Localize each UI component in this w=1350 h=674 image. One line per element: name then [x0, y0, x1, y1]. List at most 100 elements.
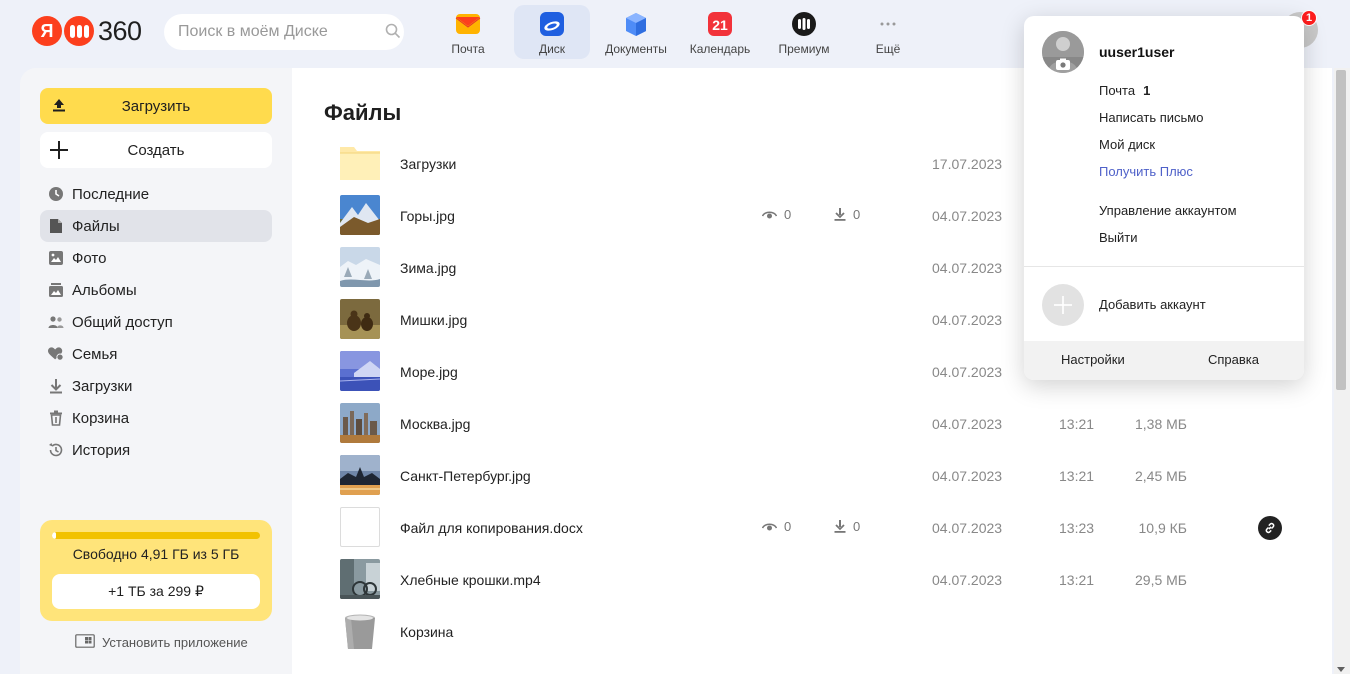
list-item[interactable]: Хлебные крошки.mp4 04.07.2023 13:21 29,5… [292, 554, 1332, 606]
file-name: Зима.jpg [400, 260, 457, 276]
documents-icon [623, 11, 649, 37]
sidebar-item-trash[interactable]: Корзина [40, 402, 272, 434]
image-thumbnail-sea [340, 351, 380, 391]
logo-360-mark [64, 16, 94, 46]
app-premium[interactable]: Премиум [762, 5, 846, 59]
disk-icon [539, 11, 565, 37]
sidebar-item-label: История [72, 441, 131, 459]
sidebar-nav: Последние Файлы Фото Альбомы Общий досту… [40, 178, 272, 466]
upload-button[interactable]: Загрузить [40, 88, 272, 124]
trash-bin-icon [340, 611, 380, 651]
premium-icon [791, 11, 817, 37]
popup-mail-link[interactable]: Почта 1 [1099, 83, 1150, 98]
sidebar-item-label: Общий доступ [72, 313, 173, 331]
file-date: 04.07.2023 [932, 520, 1003, 536]
create-label: Создать [127, 141, 185, 159]
app-label-premium: Премиум [778, 42, 830, 56]
search-icon[interactable] [385, 23, 401, 42]
app-disk[interactable]: Диск [514, 5, 590, 59]
file-date: 04.07.2023 [932, 260, 1003, 276]
file-name: Горы.jpg [400, 208, 455, 224]
app-more[interactable]: Ещё [846, 5, 930, 59]
download-count-icon [834, 208, 846, 221]
more-dots-icon [875, 11, 901, 37]
sidebar-item-family[interactable]: Семья [40, 338, 272, 370]
downloads-value: 0 [853, 519, 861, 534]
sidebar-item-label: Семья [72, 345, 118, 363]
sidebar: Загрузить Создать Последние Файлы Фото А… [20, 68, 292, 674]
list-item[interactable]: Санкт-Петербург.jpg 04.07.2023 13:21 2,4… [292, 450, 1332, 502]
search-box[interactable] [164, 14, 404, 50]
app-label-documents: Документы [605, 42, 667, 56]
app-mail[interactable]: Почта [426, 5, 510, 59]
file-name: Файл для копирования.docx [400, 520, 583, 536]
popup-disk-link[interactable]: Мой диск [1099, 137, 1155, 152]
family-icon [48, 346, 64, 362]
app-label-disk: Диск [538, 42, 566, 56]
popup-divider [1024, 266, 1304, 267]
file-size: 2,45 МБ [1135, 468, 1187, 484]
file-name: Море.jpg [400, 364, 458, 380]
popup-add-account-link[interactable]: Добавить аккаунт [1099, 297, 1206, 312]
sidebar-item-albums[interactable]: Альбомы [40, 274, 272, 306]
sidebar-item-photo[interactable]: Фото [40, 242, 272, 274]
plus-icon [49, 140, 69, 164]
sidebar-item-history[interactable]: История [40, 434, 272, 466]
install-app-link[interactable]: Установить приложение [75, 634, 248, 651]
create-button[interactable]: Создать [40, 132, 272, 168]
popup-mail-label: Почта [1099, 83, 1136, 98]
shared-link-icon[interactable] [1258, 516, 1282, 540]
app-calendar[interactable]: 21 Календарь [678, 5, 762, 59]
popup-plus-link[interactable]: Получить Плюс [1099, 164, 1193, 179]
file-name: Корзина [400, 624, 454, 640]
views-count: 0 [762, 207, 791, 222]
popup-logout-link[interactable]: Выйти [1099, 230, 1138, 245]
sidebar-item-label: Фото [72, 249, 107, 267]
popup-manage-account-link[interactable]: Управление аккаунтом [1099, 203, 1237, 218]
image-thumbnail-bears [340, 299, 380, 339]
upload-icon [52, 98, 66, 116]
popup-settings-button[interactable]: Настройки [1061, 352, 1125, 367]
list-item[interactable]: Москва.jpg 04.07.2023 13:21 1,38 МБ [292, 398, 1332, 450]
upload-label: Загрузить [121, 97, 191, 115]
views-count: 0 [762, 519, 791, 534]
list-item[interactable]: Корзина [292, 606, 1332, 658]
app-label-mail: Почта [451, 42, 485, 56]
popup-help-button[interactable]: Справка [1208, 352, 1259, 367]
sidebar-item-label: Корзина [72, 409, 130, 427]
file-date: 04.07.2023 [932, 208, 1003, 224]
scroll-down-arrow-icon[interactable] [1337, 660, 1345, 674]
file-date: 04.07.2023 [932, 416, 1003, 432]
file-name: Санкт-Петербург.jpg [400, 468, 531, 484]
yandex-360-logo[interactable]: Я 360 [32, 15, 142, 47]
storage-panel: Свободно 4,91 ГБ из 5 ГБ +1 ТБ за 299 ₽ [40, 520, 272, 621]
popup-write-link[interactable]: Написать письмо [1099, 110, 1203, 125]
mail-icon [455, 11, 481, 37]
logo-text: 360 [98, 15, 142, 46]
buy-storage-button[interactable]: +1 ТБ за 299 ₽ [52, 574, 260, 609]
file-size: 10,9 КБ [1138, 520, 1187, 536]
storage-progress-bar [52, 532, 260, 539]
scrollbar-thumb[interactable] [1336, 70, 1346, 390]
views-value: 0 [784, 207, 792, 222]
popup-footer: Настройки Справка [1024, 341, 1304, 380]
sidebar-item-files[interactable]: Файлы [40, 210, 272, 242]
search-input[interactable] [178, 23, 385, 41]
sidebar-item-label: Загрузки [72, 377, 133, 395]
popup-avatar[interactable] [1042, 31, 1084, 73]
app-documents[interactable]: Документы [594, 5, 678, 59]
install-app-label: Установить приложение [102, 635, 248, 650]
file-name: Мишки.jpg [400, 312, 468, 328]
sidebar-item-shared[interactable]: Общий доступ [40, 306, 272, 338]
add-account-icon[interactable] [1042, 284, 1084, 326]
storage-progress-fill [52, 532, 56, 539]
file-icon [48, 218, 64, 234]
sidebar-item-recent[interactable]: Последние [40, 178, 272, 210]
list-item[interactable]: Файл для копирования.docx 0 0 04.07.2023… [292, 502, 1332, 554]
photo-icon [48, 250, 64, 266]
file-name: Загрузки [400, 156, 457, 172]
storage-text: Свободно 4,91 ГБ из 5 ГБ [72, 546, 240, 562]
eye-icon [762, 522, 777, 530]
sidebar-item-downloads[interactable]: Загрузки [40, 370, 272, 402]
shared-icon [48, 314, 64, 330]
